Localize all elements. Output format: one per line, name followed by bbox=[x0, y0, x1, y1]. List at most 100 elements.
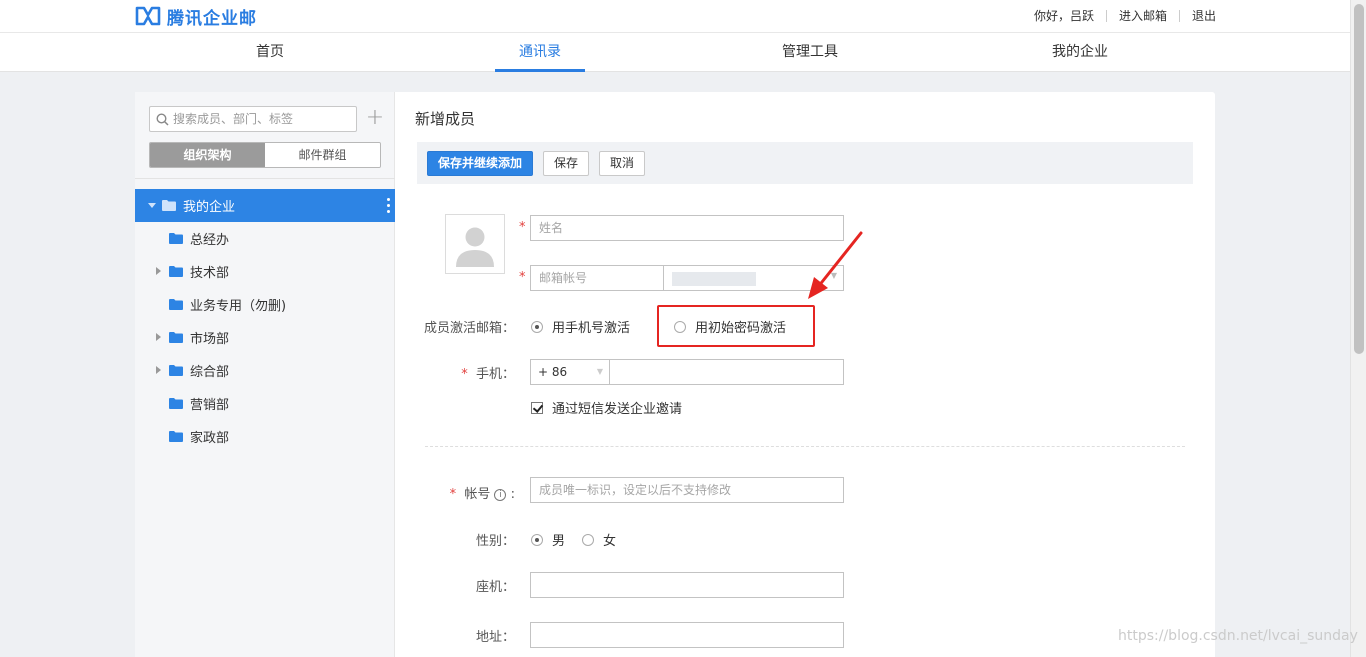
top-links: 你好，吕跃 进入邮箱 退出 bbox=[1034, 7, 1216, 24]
org-sidebar: + 组织架构 邮件群组 我的企业 总经办 技术部 bbox=[135, 92, 395, 657]
activation-label: 成员激活邮箱： bbox=[423, 321, 515, 336]
folder-icon bbox=[169, 332, 183, 343]
sms-invite-checkbox[interactable]: 通过短信发送企业邀请 bbox=[531, 398, 682, 417]
tree-item-business-reserved[interactable]: 业务专用（勿删) bbox=[135, 288, 395, 321]
tree-item-marketing[interactable]: 市场部 bbox=[135, 321, 395, 354]
brand-name: 腾讯企业邮 bbox=[167, 8, 257, 29]
folder-icon bbox=[169, 365, 183, 376]
radio-checked-icon bbox=[531, 320, 543, 333]
annotation-highlight-box bbox=[657, 305, 815, 347]
radio-label: 女 bbox=[603, 534, 617, 549]
enter-mail-link[interactable]: 进入邮箱 bbox=[1119, 7, 1167, 24]
divider bbox=[135, 178, 395, 179]
caret-right-icon[interactable] bbox=[156, 366, 161, 374]
sidebar-tabs: 组织架构 邮件群组 bbox=[149, 142, 381, 168]
search-icon bbox=[156, 112, 169, 126]
folder-icon bbox=[169, 299, 183, 310]
top-bar: 腾讯企业邮 你好，吕跃 进入邮箱 退出 bbox=[0, 0, 1350, 32]
account-input[interactable] bbox=[530, 477, 844, 503]
info-icon[interactable]: i bbox=[494, 488, 507, 501]
activation-phone-radio[interactable]: 用手机号激活 bbox=[531, 317, 630, 336]
tree-item-label: 我的企业 bbox=[183, 200, 236, 215]
nav-home[interactable]: 首页 bbox=[225, 33, 315, 72]
tree-item-general-office[interactable]: 总经办 bbox=[135, 222, 395, 255]
caret-down-icon[interactable] bbox=[148, 203, 156, 208]
search-box bbox=[149, 106, 357, 132]
save-button[interactable]: 保存 bbox=[543, 151, 589, 176]
nav-admin-tools[interactable]: 管理工具 bbox=[765, 33, 855, 72]
phone-label-text: 手机： bbox=[475, 367, 515, 382]
tab-org-structure[interactable]: 组织架构 bbox=[150, 143, 265, 167]
annotation-arrow-icon bbox=[808, 231, 863, 299]
radio-label: 用手机号激活 bbox=[552, 321, 631, 336]
folder-icon bbox=[169, 233, 183, 244]
required-mark: * bbox=[461, 367, 468, 382]
tree-item-label: 技术部 bbox=[190, 266, 230, 281]
greeting: 你好，吕跃 bbox=[1033, 9, 1094, 23]
cancel-button[interactable]: 取消 bbox=[599, 151, 645, 176]
main-nav: 首页 通讯录 管理工具 我的企业 bbox=[0, 32, 1350, 72]
tree-item-sales[interactable]: 营销部 bbox=[135, 387, 395, 420]
folder-icon bbox=[169, 398, 183, 409]
caret-right-icon[interactable] bbox=[156, 333, 161, 341]
tree-item-tech[interactable]: 技术部 bbox=[135, 255, 395, 288]
gender-male-radio[interactable]: 男 bbox=[531, 530, 565, 549]
radio-unchecked-icon bbox=[582, 533, 594, 546]
scrollbar-thumb[interactable] bbox=[1354, 4, 1364, 354]
tencent-mail-logo-icon bbox=[135, 6, 161, 26]
required-mark: * bbox=[519, 220, 526, 235]
tree-item-label: 市场部 bbox=[190, 332, 230, 347]
page-scrollbar[interactable] bbox=[1350, 0, 1366, 657]
phone-input[interactable] bbox=[609, 359, 844, 385]
divider bbox=[1105, 9, 1107, 22]
landline-input[interactable] bbox=[530, 572, 844, 598]
gender-label: 性别： bbox=[475, 534, 515, 549]
form-toolbar: 保存并继续添加 保存 取消 bbox=[417, 142, 1193, 184]
tree-item-my-company[interactable]: 我的企业 bbox=[135, 189, 395, 222]
tree-item-housekeeping[interactable]: 家政部 bbox=[135, 420, 395, 453]
add-icon[interactable]: + bbox=[365, 107, 385, 130]
watermark: https://blog.csdn.net/lvcai_sunday bbox=[1118, 628, 1358, 644]
country-code-select[interactable]: + 86 ▼ bbox=[530, 359, 610, 385]
address-label: 地址： bbox=[475, 630, 515, 645]
required-mark: * bbox=[449, 487, 457, 502]
account-label: * 帐号 i : bbox=[449, 487, 515, 502]
caret-right-icon[interactable] bbox=[156, 267, 161, 275]
chevron-down-icon: ▼ bbox=[596, 367, 603, 376]
tree-item-label: 业务专用（勿删) bbox=[190, 299, 287, 314]
divider bbox=[1178, 9, 1180, 22]
folder-icon bbox=[169, 431, 183, 442]
checkbox-label: 通过短信发送企业邀请 bbox=[552, 402, 683, 417]
radio-checked-icon bbox=[531, 533, 543, 546]
folder-icon bbox=[169, 266, 183, 277]
tree-item-label: 总经办 bbox=[190, 233, 230, 248]
tree-item-label: 综合部 bbox=[190, 365, 230, 380]
email-account-input[interactable] bbox=[530, 265, 664, 291]
landline-label: 座机： bbox=[475, 580, 515, 595]
page-title: 新增成员 bbox=[415, 110, 476, 128]
search-input[interactable] bbox=[173, 112, 353, 126]
tree-item-label: 营销部 bbox=[190, 398, 230, 413]
add-member-form: 新增成员 保存并继续添加 保存 取消 * * ▼ 成员激活邮箱： 用手机号激活 bbox=[395, 92, 1215, 657]
required-mark: * bbox=[519, 270, 526, 285]
save-and-continue-button[interactable]: 保存并继续添加 bbox=[427, 151, 533, 176]
address-input[interactable] bbox=[530, 622, 844, 648]
nav-my-company[interactable]: 我的企业 bbox=[1035, 33, 1125, 72]
country-code-value: + 86 bbox=[538, 365, 568, 379]
org-tree: 我的企业 总经办 技术部 业务专用（勿删) 市场部 综合部 营销部 家政部 bbox=[135, 189, 395, 453]
radio-label: 男 bbox=[552, 534, 566, 549]
logout-link[interactable]: 退出 bbox=[1192, 7, 1216, 24]
account-label-text: 帐号 bbox=[464, 487, 491, 502]
tab-mail-groups[interactable]: 邮件群组 bbox=[265, 143, 380, 167]
gender-female-radio[interactable]: 女 bbox=[582, 530, 616, 549]
divider bbox=[425, 446, 1185, 447]
tree-item-label: 家政部 bbox=[190, 431, 230, 446]
avatar-upload[interactable] bbox=[445, 214, 505, 274]
more-icon[interactable] bbox=[387, 198, 390, 213]
folder-icon bbox=[162, 200, 176, 211]
nav-contacts[interactable]: 通讯录 bbox=[495, 33, 585, 72]
checkbox-checked-icon bbox=[531, 401, 543, 414]
brand-logo[interactable]: 腾讯企业邮 bbox=[135, 4, 257, 29]
main-card: + 组织架构 邮件群组 我的企业 总经办 技术部 bbox=[135, 92, 1215, 657]
tree-item-general-affairs[interactable]: 综合部 bbox=[135, 354, 395, 387]
